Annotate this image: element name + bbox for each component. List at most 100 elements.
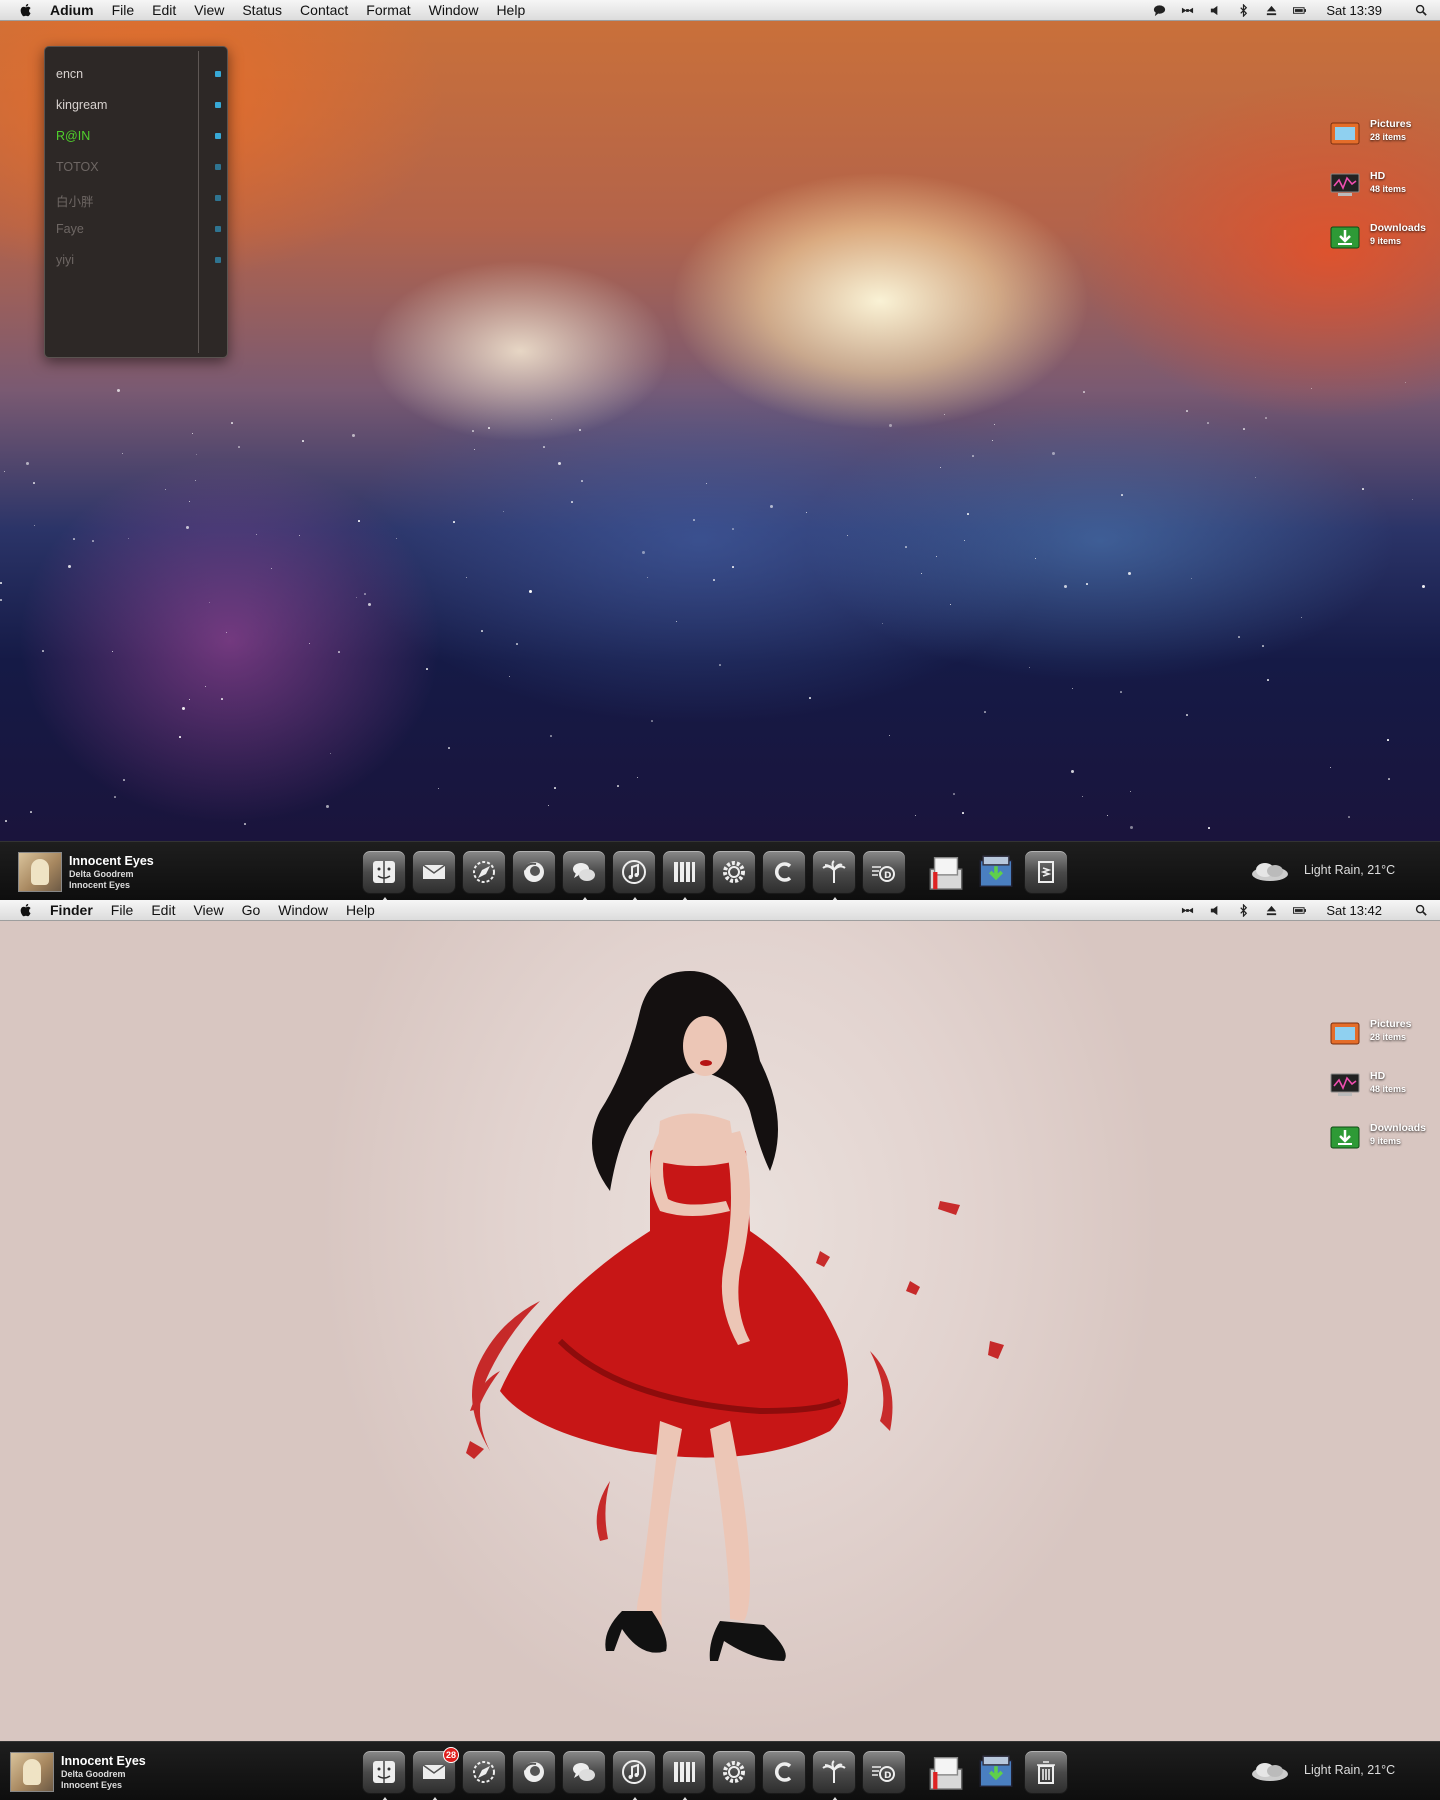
- star: [1255, 477, 1256, 478]
- star: [1243, 428, 1245, 430]
- album-art[interactable]: [18, 852, 62, 892]
- menu-format[interactable]: Format: [366, 2, 410, 18]
- desktop-icon-downloads[interactable]: Downloads 9 items: [1330, 1122, 1440, 1156]
- mail-icon[interactable]: 28: [412, 1747, 459, 1800]
- dashboard-icon[interactable]: D: [862, 1750, 906, 1794]
- settings-gear-icon[interactable]: [712, 1750, 756, 1794]
- star: [847, 535, 848, 536]
- menu-contact[interactable]: Contact: [300, 2, 348, 18]
- menu-clock[interactable]: Sat 13:39: [1326, 3, 1382, 18]
- bow-tie-icon[interactable]: [1180, 904, 1194, 918]
- itunes-icon[interactable]: [612, 1750, 656, 1800]
- battery-icon[interactable]: [1292, 904, 1306, 918]
- menu-app-name[interactable]: Finder: [50, 902, 93, 918]
- star: [1035, 558, 1036, 559]
- menu-help[interactable]: Help: [346, 902, 375, 918]
- settings-gear-icon[interactable]: [712, 850, 756, 894]
- firefox-icon[interactable]: [512, 1750, 556, 1794]
- palm-tree-icon[interactable]: [812, 850, 856, 900]
- safari-icon[interactable]: [462, 850, 506, 894]
- menu-clock[interactable]: Sat 13:42: [1326, 903, 1382, 918]
- documents-stack-icon[interactable]: [1024, 850, 1068, 894]
- star: [1238, 636, 1240, 638]
- itunes-icon[interactable]: [612, 850, 656, 900]
- menu-window[interactable]: Window: [278, 902, 328, 918]
- contact-bai-xiao-pang[interactable]: 白小胖: [56, 189, 221, 209]
- star: [770, 505, 773, 508]
- weather-text: Light Rain, 21°C: [1304, 1763, 1396, 1777]
- star: [706, 483, 707, 484]
- desktop-icon-pictures[interactable]: Pictures 28 items: [1330, 118, 1440, 152]
- contact-faye[interactable]: Faye: [56, 220, 221, 240]
- menu-file[interactable]: File: [111, 902, 134, 918]
- menu-view[interactable]: View: [194, 2, 224, 18]
- menu-status[interactable]: Status: [242, 2, 282, 18]
- star: [112, 651, 113, 652]
- menu-app-name[interactable]: Adium: [50, 2, 94, 18]
- contact-rain[interactable]: R@IN: [56, 127, 221, 147]
- c-app-icon[interactable]: [762, 1750, 806, 1794]
- spotlight-search-icon[interactable]: [1414, 4, 1428, 18]
- volume-icon[interactable]: [1208, 4, 1222, 18]
- bluetooth-icon[interactable]: [1236, 904, 1250, 918]
- preview-icon[interactable]: [924, 1750, 968, 1794]
- finder-icon[interactable]: [362, 850, 406, 900]
- c-app-icon[interactable]: [762, 850, 806, 894]
- star: [0, 582, 2, 584]
- weather-cloud-icon: [1252, 1763, 1288, 1781]
- star: [1130, 791, 1131, 792]
- desktop-icon-hd[interactable]: HD 48 items: [1330, 170, 1440, 204]
- menu-go[interactable]: Go: [242, 902, 261, 918]
- menu-edit[interactable]: Edit: [152, 2, 176, 18]
- palm-tree-icon[interactable]: [812, 1750, 856, 1800]
- desktop-icon-downloads[interactable]: Downloads 9 items: [1330, 222, 1440, 256]
- safari-icon[interactable]: [462, 1750, 506, 1794]
- eject-icon[interactable]: [1264, 4, 1278, 18]
- messages-icon[interactable]: [562, 850, 606, 900]
- mail-icon[interactable]: [412, 850, 456, 894]
- menu-view[interactable]: View: [193, 902, 223, 918]
- star: [302, 440, 304, 442]
- star: [651, 720, 653, 722]
- books-icon[interactable]: [662, 850, 706, 900]
- menu-edit[interactable]: Edit: [151, 902, 175, 918]
- star: [5, 820, 7, 822]
- trash-icon[interactable]: [1024, 1750, 1068, 1794]
- star: [1348, 816, 1350, 818]
- battery-icon[interactable]: [1292, 4, 1306, 18]
- bow-tie-icon[interactable]: [1180, 4, 1194, 18]
- desktop-icon-hd[interactable]: HD 48 items: [1330, 1070, 1440, 1104]
- contact-yiyi[interactable]: yiyi: [56, 251, 221, 271]
- star: [309, 643, 310, 644]
- star: [356, 597, 357, 598]
- star: [472, 430, 474, 432]
- star: [944, 414, 945, 415]
- spotlight-search-icon[interactable]: [1414, 904, 1428, 918]
- contact-kingream[interactable]: kingream: [56, 96, 221, 116]
- finder-icon[interactable]: [362, 1750, 406, 1800]
- firefox-icon[interactable]: [512, 850, 556, 894]
- pictures-folder-icon: [1330, 1022, 1360, 1045]
- books-icon[interactable]: [662, 1750, 706, 1800]
- menu-help[interactable]: Help: [496, 2, 525, 18]
- album-art[interactable]: [10, 1752, 54, 1792]
- bluetooth-icon[interactable]: [1236, 4, 1250, 18]
- apple-menu-icon[interactable]: [18, 902, 36, 918]
- apple-menu-icon[interactable]: [18, 2, 36, 18]
- dashboard-icon[interactable]: D: [862, 850, 906, 894]
- star: [448, 747, 450, 749]
- messages-icon[interactable]: [562, 1750, 606, 1794]
- menu-window[interactable]: Window: [429, 2, 479, 18]
- downloads-stack-icon[interactable]: [974, 850, 1018, 894]
- volume-icon[interactable]: [1208, 904, 1222, 918]
- chat-bubble-icon[interactable]: [1152, 4, 1166, 18]
- adium-contact-list[interactable]: encn kingream R@IN TOTOX 白小胖 Faye yiyi: [44, 46, 228, 358]
- preview-icon[interactable]: [924, 850, 968, 894]
- eject-icon[interactable]: [1264, 904, 1278, 918]
- desktop-icon-pictures[interactable]: Pictures 28 items: [1330, 1018, 1440, 1052]
- star: [1121, 494, 1123, 496]
- contact-encn[interactable]: encn: [56, 65, 221, 85]
- downloads-stack-icon[interactable]: [974, 1750, 1018, 1794]
- menu-file[interactable]: File: [112, 2, 135, 18]
- contact-totox[interactable]: TOTOX: [56, 158, 221, 178]
